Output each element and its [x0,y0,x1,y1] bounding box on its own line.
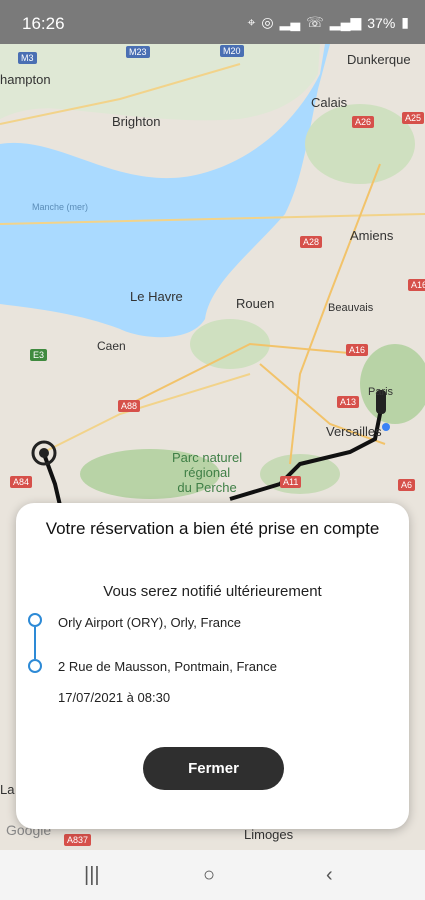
city-label-paris: Paris [368,386,394,398]
park-label-line-1: Parc naturel [172,450,243,465]
park-label-line-2: régional [183,465,231,480]
back-icon[interactable]: ‹ [326,864,333,887]
city-label-rouen: Rouen [236,296,275,311]
dialog-subtitle: Vous serez notifié ultérieurement [103,583,322,600]
home-icon[interactable]: ○ [203,864,215,887]
city-label-la: La [0,782,15,797]
wifi-calling-icon: ☏ [306,14,324,30]
road-shield-a26: A26 [352,116,375,128]
recent-apps-icon[interactable]: ||| [84,864,100,887]
park-label: Parc naturel régional du Perche [172,450,242,495]
dialog-title: Votre réservation a bien été prise en co… [45,519,380,538]
road-shield-m3: M3 [18,52,37,64]
city-label-dunkerque: Dunkerque [347,52,411,67]
road-shield-m20: M20 [220,45,244,57]
road-shield-m23: M23 [126,46,150,58]
city-label-versailles: Versailles [326,424,382,439]
close-button[interactable]: Fermer [143,747,284,790]
sea-label: Manche (mer) [32,202,89,212]
city-label-amiens: Amiens [350,228,394,243]
road-shield-a11: A11 [280,476,302,488]
status-icons: ⌖ ◎ ▂▄ ☏ ▂▄▆ 37% ▮ [247,14,409,31]
pickup-datetime: 17/07/2021 à 08:30 [58,690,171,705]
park-label-line-3: du Perche [177,480,237,495]
battery-icon: ▮ [401,14,409,30]
city-label-brighton: Brighton [112,114,161,129]
route-line [34,627,36,659]
road-shield-a16: A16 [346,344,369,356]
battery-percent: 37% [367,14,396,31]
origin-dot-icon [28,613,42,627]
confirmation-dialog: Votre réservation a bien été prise en co… [16,503,409,829]
city-label-le-havre: Le Havre [130,289,183,304]
signal-icon: ▂▄ [279,14,301,30]
system-nav-bar: ||| ○ ‹ [0,850,425,900]
city-label-limoges: Limoges [244,827,294,842]
status-time: 16:26 [22,14,65,33]
destination-address: 2 Rue de Mausson, Pontmain, France [58,659,277,674]
city-label-hampton: hampton [0,72,51,87]
road-shield-a16-north: A16 [408,279,425,291]
road-shield-e3: E3 [30,349,48,361]
road-shield-a25: A25 [402,112,425,124]
city-label-beauvais: Beauvais [328,302,374,314]
road-shield-a6: A6 [398,479,416,491]
location-icon: ⌖ [247,14,256,30]
road-shield-a28: A28 [300,236,323,248]
city-label-calais: Calais [311,95,348,110]
destination-dot-icon [28,659,42,673]
signal-bars-icon: ▂▄▆ [329,14,362,30]
road-shield-a837: A837 [64,834,92,846]
road-shield-a13: A13 [337,396,360,408]
city-label-caen: Caen [97,339,126,353]
hotspot-icon: ◎ [261,14,274,30]
origin-address: Orly Airport (ORY), Orly, France [58,615,241,630]
road-shield-a88: A88 [118,400,141,412]
road-shield-a84: A84 [10,476,33,488]
status-bar: 16:26 ⌖ ◎ ▂▄ ☏ ▂▄▆ 37% ▮ [0,0,425,44]
